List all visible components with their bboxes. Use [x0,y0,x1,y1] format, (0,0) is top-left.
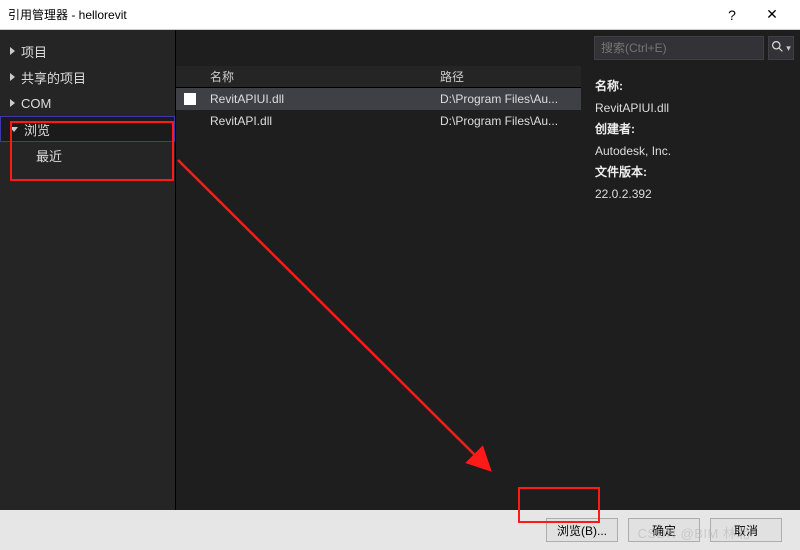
sidebar-item-com[interactable]: COM [0,90,175,116]
help-button[interactable]: ? [712,7,752,23]
detail-filever-key: 文件版本: [595,165,647,179]
row-name: RevitAPI.dll [204,114,434,128]
close-button[interactable]: ✕ [752,6,792,23]
chevron-down-icon [10,127,18,132]
sidebar-item-project[interactable]: 项目 [0,38,175,64]
search-input[interactable] [594,36,764,60]
column-name[interactable]: 名称 [204,68,434,85]
dropdown-caret-icon: ▾ [786,43,791,54]
row-path: D:\Program Files\Au... [434,92,581,106]
table-row[interactable]: RevitAPIUI.dll D:\Program Files\Au... [176,88,581,110]
dialog-body: 项目 共享的项目 COM 浏览 最近 ▾ [0,30,800,510]
top-row: ▾ [176,30,800,66]
detail-panel: 名称: RevitAPIUI.dll 创建者: Autodesk, Inc. 文… [581,66,800,510]
list-area: 名称 路径 RevitAPIUI.dll D:\Program Files\Au… [176,66,800,510]
sidebar: 项目 共享的项目 COM 浏览 最近 [0,30,175,510]
browse-button[interactable]: 浏览(B)... [546,518,618,542]
titlebar: 引用管理器 - hellorevit ? ✕ [0,0,800,30]
window-title: 引用管理器 - hellorevit [8,6,127,23]
chevron-right-icon [10,99,15,107]
detail-creator-value: Autodesk, Inc. [595,141,786,163]
row-path: D:\Program Files\Au... [434,114,581,128]
column-path[interactable]: 路径 [434,68,581,85]
detail-name-key: 名称: [595,79,623,93]
list-header: 名称 路径 [176,66,581,88]
watermark: CSDN @BIM 林北 [638,523,750,542]
row-name: RevitAPIUI.dll [204,92,434,106]
sidebar-item-label: 共享的项目 [21,68,86,87]
detail-creator-key: 创建者: [595,122,635,136]
sidebar-item-label: 最近 [36,146,62,165]
sidebar-item-label: 浏览 [24,120,50,139]
row-checkbox[interactable] [176,93,204,105]
sidebar-item-shared-project[interactable]: 共享的项目 [0,64,175,90]
search-icon [771,40,784,56]
search-button[interactable]: ▾ [768,36,794,60]
checkbox-icon [184,93,196,105]
main-panel: ▾ 名称 路径 RevitAPIUI.dll D:\Program Files\… [175,30,800,510]
table-row[interactable]: RevitAPI.dll D:\Program Files\Au... [176,110,581,132]
detail-name-value: RevitAPIUI.dll [595,98,786,120]
reference-list: 名称 路径 RevitAPIUI.dll D:\Program Files\Au… [176,66,581,510]
chevron-right-icon [10,47,15,55]
sidebar-item-label: COM [21,96,51,111]
sidebar-item-recent[interactable]: 最近 [0,142,175,168]
sidebar-item-browse[interactable]: 浏览 [0,116,175,142]
chevron-right-icon [10,73,15,81]
detail-filever-value: 22.0.2.392 [595,184,786,206]
sidebar-item-label: 项目 [21,42,47,61]
